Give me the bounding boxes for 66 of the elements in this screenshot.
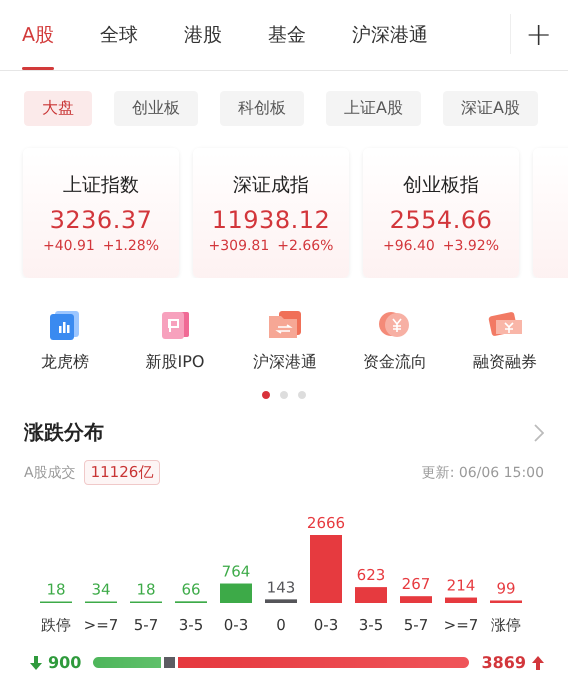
value-label: 764 bbox=[222, 562, 250, 581]
breadth-segment bbox=[164, 657, 175, 668]
tab[interactable]: 基金 bbox=[268, 0, 306, 70]
category-label: 5-7 bbox=[134, 616, 158, 634]
index-card[interactable]: 深证成指 11938.12 +309.81 +2.66% bbox=[193, 148, 349, 278]
category-label: 涨停 bbox=[491, 616, 521, 634]
index-value: 2554.66 bbox=[390, 206, 492, 234]
category-label: >=7 bbox=[84, 616, 118, 634]
index-card[interactable]: 创业板指 2554.66 +96.40 +3.92% bbox=[363, 148, 519, 278]
index-name: 创业板指 bbox=[403, 173, 479, 198]
category-label: 0-3 bbox=[314, 616, 338, 634]
shortcut-button[interactable]: 新股IPO bbox=[120, 310, 230, 373]
card-icon bbox=[159, 310, 191, 340]
filter-chip[interactable]: 科创板 bbox=[220, 91, 304, 126]
value-label: 2666 bbox=[306, 514, 346, 532]
shortcut-button[interactable]: 融资融券 bbox=[450, 310, 560, 373]
index-percent: +1.28% bbox=[102, 238, 160, 254]
category-label: 3-5 bbox=[178, 616, 204, 634]
shortcut-button[interactable]: 龙虎榜 bbox=[10, 310, 120, 373]
index-change: +96.40 bbox=[382, 238, 435, 254]
section-title: 涨跌分布 bbox=[24, 419, 104, 446]
category-label: 3-5 bbox=[358, 616, 384, 634]
value-label: 267 bbox=[402, 575, 430, 594]
shortcut-button[interactable]: 沪深港通 bbox=[230, 310, 340, 373]
index-value: 11938.12 bbox=[212, 206, 330, 234]
category-label: 0 bbox=[276, 616, 286, 634]
value-label: 18 bbox=[46, 580, 66, 598]
tab[interactable]: A股 bbox=[22, 0, 54, 70]
update-time: 更新: 06/06 15:00 bbox=[422, 464, 544, 482]
index-change: +309.81 bbox=[208, 238, 270, 254]
value-label: 214 bbox=[446, 576, 476, 595]
category-label: 跌停 bbox=[41, 616, 71, 634]
filter-chip[interactable]: 大盘 bbox=[24, 91, 92, 126]
tab[interactable]: 沪深港通 bbox=[352, 0, 428, 70]
turnover-badge: 11126亿 bbox=[84, 460, 160, 485]
arrow-down-icon bbox=[30, 656, 42, 670]
index-card[interactable]: 上证指数 3236.37 +40.91 +1.28% bbox=[23, 148, 179, 278]
value-label: 66 bbox=[181, 580, 201, 598]
index-value: 3236.37 bbox=[50, 206, 152, 234]
up-count: 3869 bbox=[481, 653, 526, 672]
value-label: 18 bbox=[136, 580, 156, 598]
folder-icon bbox=[267, 310, 303, 340]
category-label: >=7 bbox=[444, 616, 478, 634]
value-label: 623 bbox=[356, 566, 386, 584]
breadth-segment bbox=[93, 657, 162, 668]
index-name: 上证指数 bbox=[63, 173, 139, 198]
chevron-right-icon[interactable] bbox=[534, 424, 544, 442]
down-count: 900 bbox=[48, 653, 82, 672]
shortcut-button[interactable]: 资金流向 bbox=[340, 310, 450, 373]
value-label: 143 bbox=[266, 578, 296, 596]
index-change: +40.91 bbox=[42, 238, 95, 254]
index-percent: +3.92% bbox=[442, 238, 500, 254]
tab[interactable]: 全球 bbox=[100, 0, 138, 70]
index-name: 深证成指 bbox=[233, 173, 309, 198]
filter-chip[interactable]: 深证A股 bbox=[442, 91, 538, 126]
arrow-up-icon bbox=[532, 656, 544, 670]
index-percent: +2.66% bbox=[277, 238, 334, 254]
filter-chip[interactable]: 上证A股 bbox=[326, 91, 421, 126]
category-label: 0-3 bbox=[224, 616, 248, 634]
category-label: 5-7 bbox=[404, 616, 428, 634]
value-label: 99 bbox=[496, 579, 516, 598]
add-button[interactable]: + bbox=[510, 14, 552, 54]
tab[interactable]: 港股 bbox=[184, 0, 222, 70]
filter-chip[interactable]: 创业板 bbox=[114, 91, 198, 126]
value-label: 34 bbox=[91, 580, 111, 598]
turnover-label: A股成交 bbox=[24, 464, 76, 482]
